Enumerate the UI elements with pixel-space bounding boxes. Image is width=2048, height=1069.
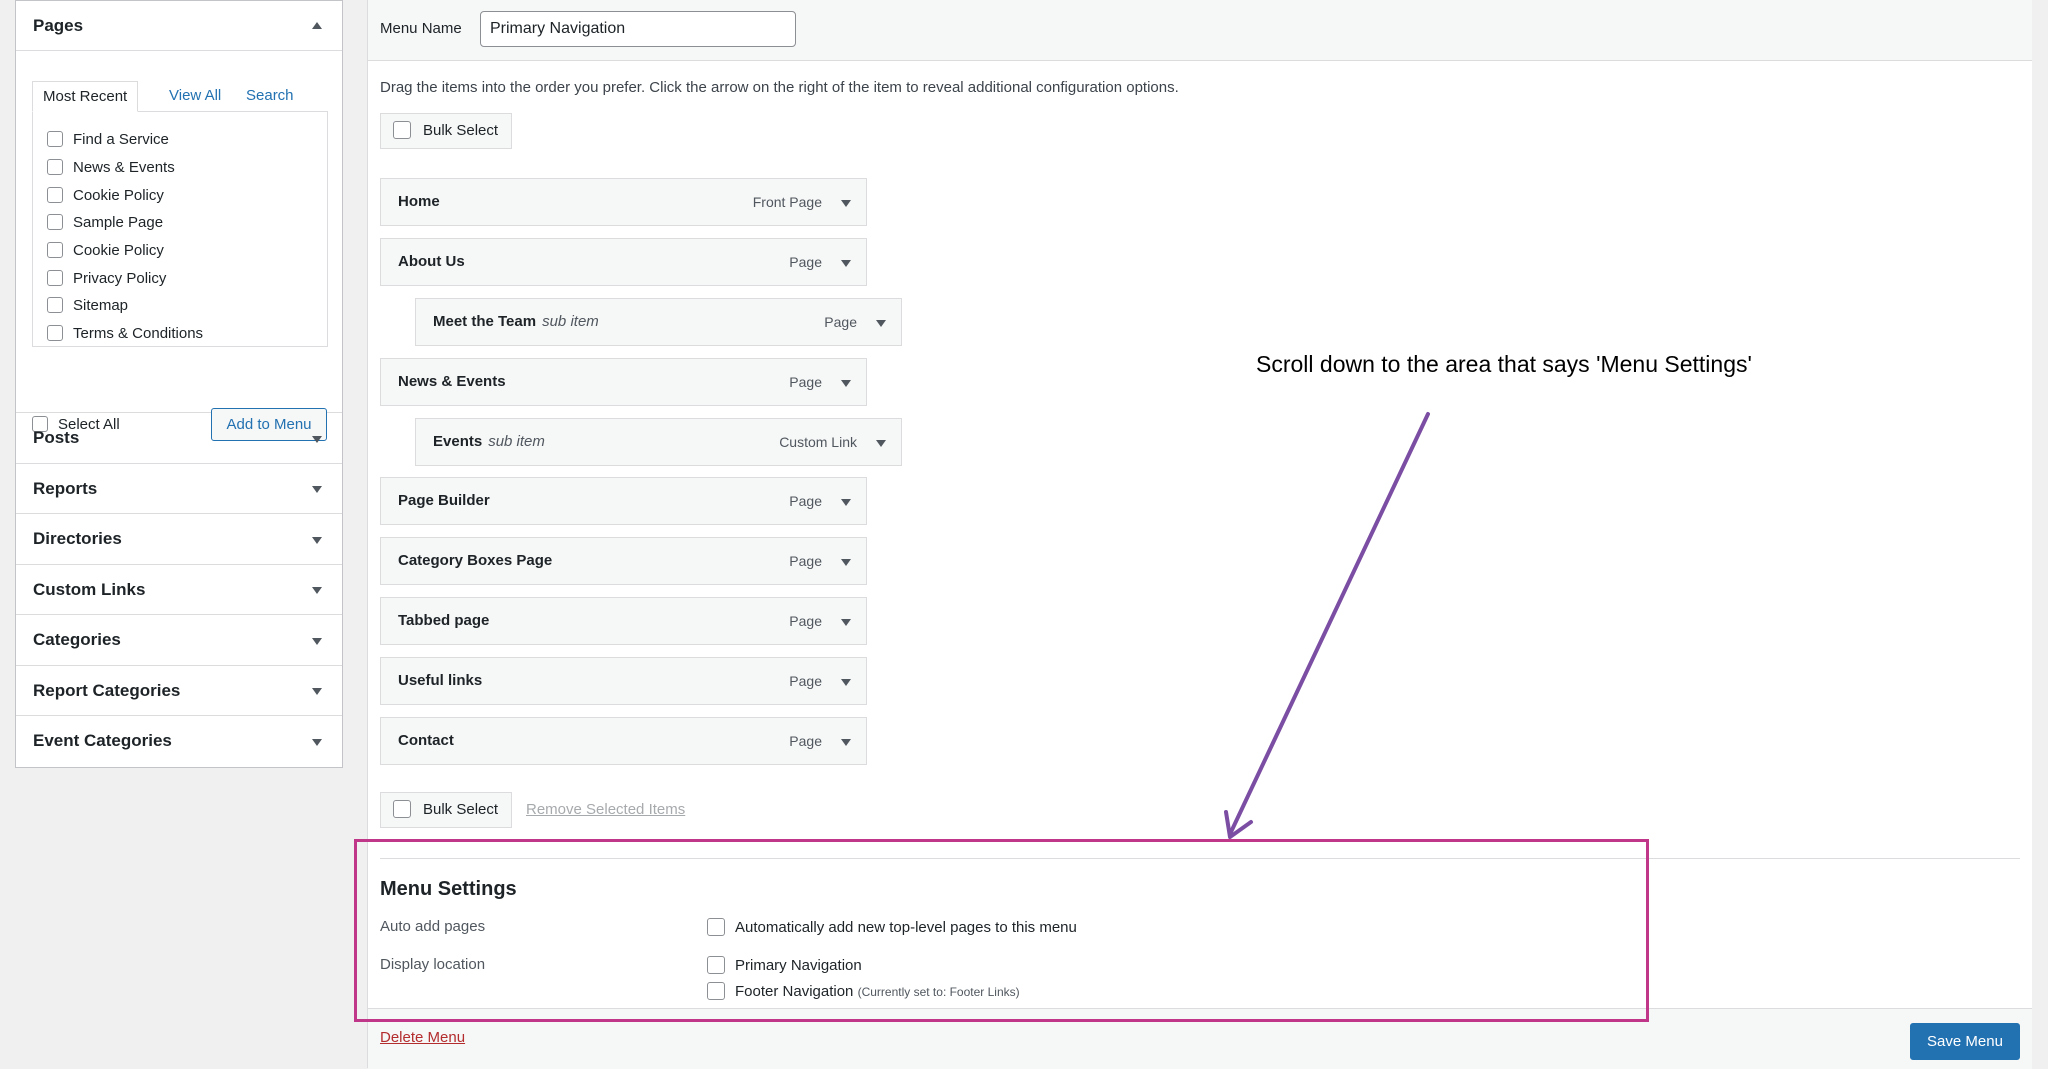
menu-settings-highlight	[354, 839, 1649, 1022]
tab-most-recent[interactable]: Most Recent	[32, 81, 139, 112]
